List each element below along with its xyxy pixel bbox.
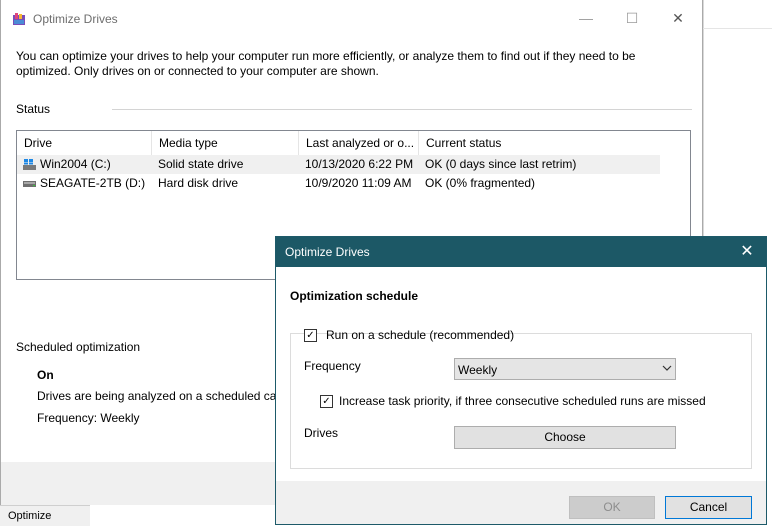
choose-button[interactable]: Choose: [454, 426, 676, 449]
status-divider: [112, 109, 692, 110]
drive-name: Win2004 (C:): [40, 157, 111, 171]
drive-last-analyzed: 10/13/2020 6:22 PM: [305, 157, 414, 171]
optimization-schedule-title: Optimization schedule: [290, 289, 419, 303]
frequency-dropdown[interactable]: Weekly: [454, 358, 676, 380]
defrag-app-icon: [13, 13, 25, 25]
column-header-drive[interactable]: Drive: [17, 131, 152, 155]
drives-label: Drives: [304, 426, 339, 440]
priority-checkbox[interactable]: ✓: [320, 395, 333, 408]
drive-name: SEAGATE-2TB (D:): [40, 176, 146, 190]
drive-status: OK (0% fragmented): [425, 176, 536, 190]
description-text: You can optimize your drives to help you…: [16, 49, 636, 78]
maximize-button[interactable]: ☐: [609, 6, 655, 30]
status-label: Status: [16, 102, 51, 116]
background-divider: [703, 28, 772, 29]
drive-status: OK (0 days since last retrim): [425, 157, 577, 171]
table-row[interactable]: SEAGATE-2TB (D:) Hard disk drive 10/9/20…: [17, 174, 660, 193]
schedule-frequency: Frequency: Weekly: [37, 411, 140, 425]
windows-drive-icon: [23, 159, 36, 170]
schedule-dialog: Optimize Drives ✕ Optimization schedule …: [275, 236, 767, 525]
hard-drive-icon: [23, 181, 36, 187]
chevron-down-icon: [662, 365, 672, 371]
drive-last-analyzed: 10/9/2020 11:09 AM: [305, 176, 412, 190]
taskbar-label[interactable]: Optimize: [8, 510, 51, 522]
window-title: Optimize Drives: [33, 12, 118, 26]
drive-media-type: Solid state drive: [158, 157, 244, 171]
cancel-button[interactable]: Cancel: [665, 496, 752, 519]
schedule-state: On: [37, 368, 54, 382]
dialog-title: Optimize Drives: [285, 245, 370, 259]
column-header-current-status[interactable]: Current status: [419, 131, 660, 155]
run-schedule-checkbox[interactable]: ✓: [304, 329, 317, 342]
minimize-button[interactable]: —: [563, 6, 609, 30]
close-button[interactable]: ✕: [655, 6, 701, 30]
drive-media-type: Hard disk drive: [158, 176, 239, 190]
schedule-description: Drives are being analyzed on a scheduled…: [37, 389, 276, 403]
column-header-media-type[interactable]: Media type: [152, 131, 299, 155]
table-row[interactable]: Win2004 (C:) Solid state drive 10/13/202…: [17, 155, 660, 174]
column-header-last-analyzed[interactable]: Last analyzed or o...: [299, 131, 419, 155]
dialog-close-icon[interactable]: ✕: [732, 239, 762, 265]
frequency-label: Frequency: [304, 359, 361, 373]
dialog-titlebar: Optimize Drives ✕: [276, 237, 766, 267]
priority-label[interactable]: Increase task priority, if three consecu…: [339, 394, 706, 408]
scheduled-optimization-label: Scheduled optimization: [16, 340, 141, 354]
run-schedule-label[interactable]: Run on a schedule (recommended): [326, 328, 514, 342]
frequency-value: Weekly: [458, 363, 498, 377]
ok-button[interactable]: OK: [569, 496, 655, 519]
